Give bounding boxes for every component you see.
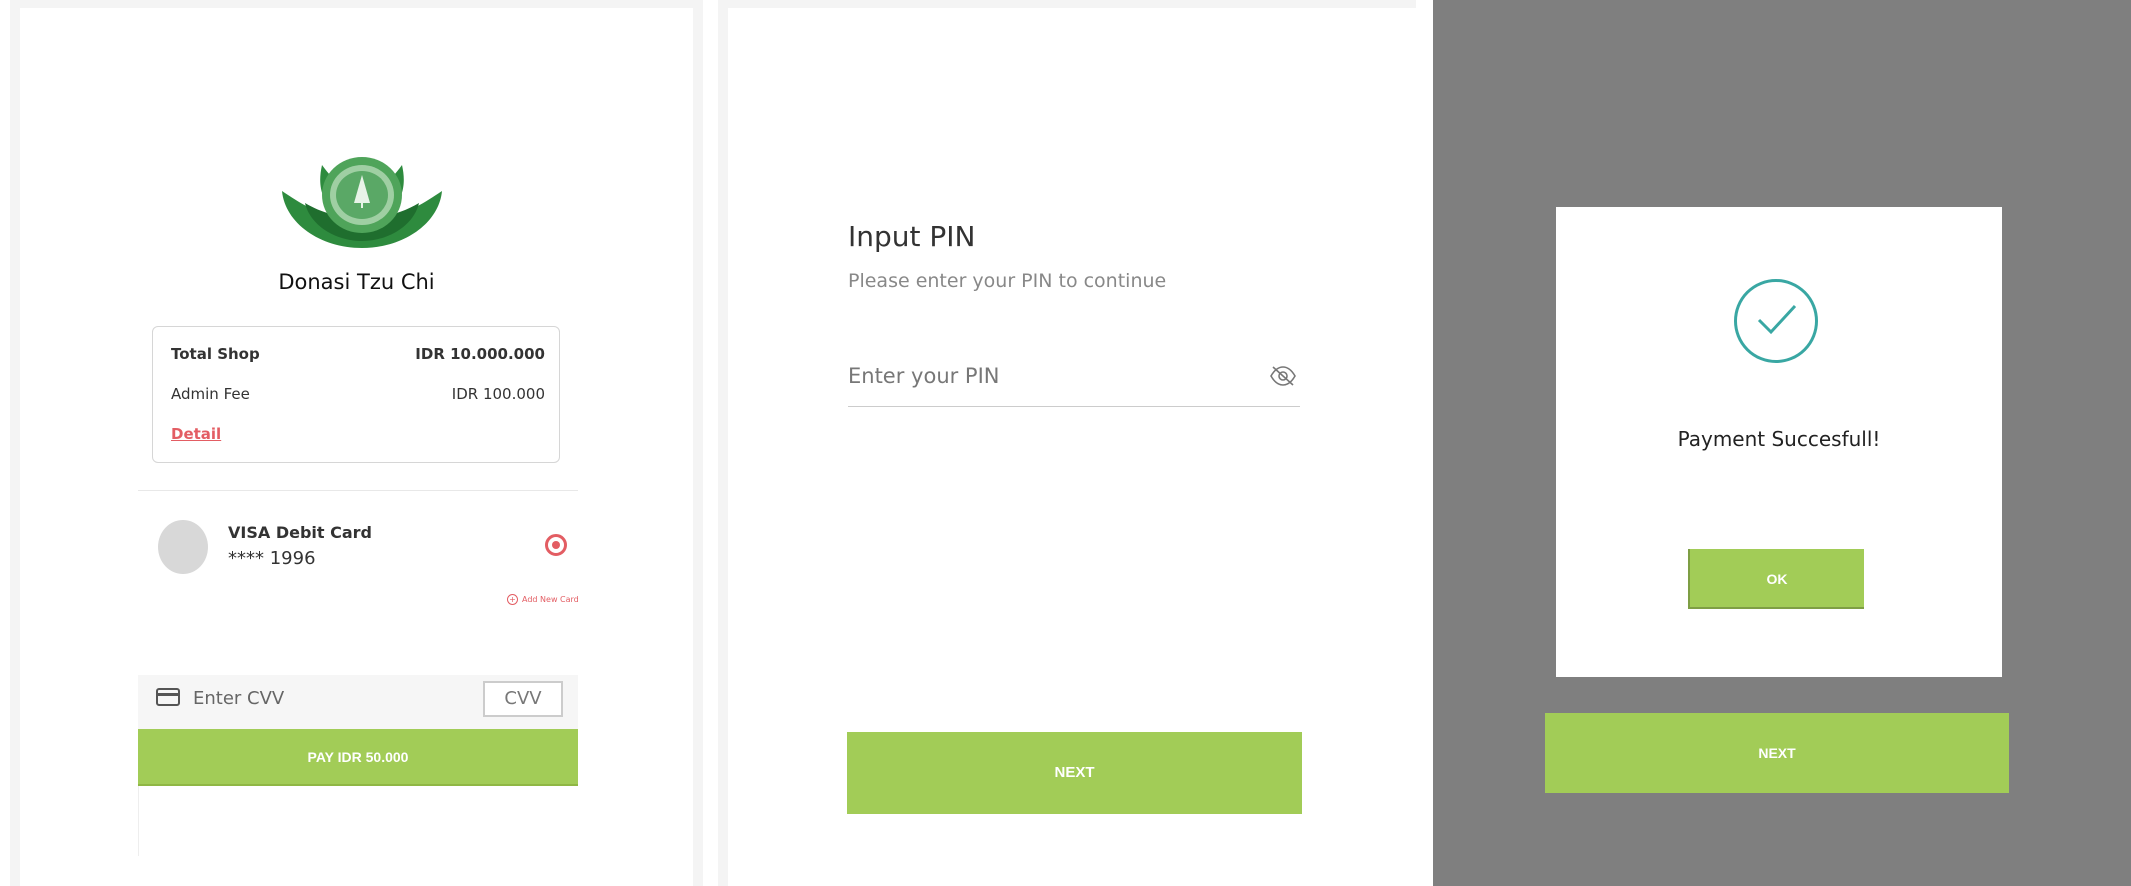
payment-card: Donasi Tzu Chi Total Shop IDR 10.000.000… [20, 8, 693, 886]
pin-input[interactable]: Enter your PIN [848, 358, 1300, 407]
cvv-row: Enter CVV CVV [138, 675, 578, 729]
brand-name: Donasi Tzu Chi [278, 270, 435, 294]
total-shop-label: Total Shop [171, 345, 260, 363]
success-modal: Payment Succesfull! OK [1556, 207, 2002, 677]
pin-screen: Input PIN Please enter your PIN to conti… [718, 0, 1416, 886]
total-shop-value: IDR 10.000.000 [415, 345, 545, 363]
next-button[interactable]: NEXT [1545, 713, 2009, 793]
pin-placeholder: Enter your PIN [848, 364, 1000, 388]
payment-method-row[interactable]: VISA Debit Card **** 1996 [138, 498, 578, 598]
card-select-radio[interactable] [545, 534, 567, 556]
pin-card: Input PIN Please enter your PIN to conti… [728, 8, 1416, 886]
admin-fee-label: Admin Fee [171, 385, 250, 403]
plus-circle-icon: + [507, 594, 518, 605]
page-subtitle: Please enter your PIN to continue [848, 270, 1167, 292]
cvv-label: Enter CVV [193, 688, 285, 709]
card-number: **** 1996 [228, 548, 316, 569]
payment-summary: Total Shop IDR 10.000.000 Admin Fee IDR … [152, 326, 560, 463]
success-message: Payment Succesfull! [1677, 427, 1881, 451]
payment-screen: Donasi Tzu Chi Total Shop IDR 10.000.000… [10, 0, 703, 886]
total-shop-row: Total Shop IDR 10.000.000 [171, 345, 545, 363]
tzu-chi-lotus-logo [282, 157, 442, 248]
card-name: VISA Debit Card [228, 523, 372, 542]
cvv-input[interactable]: CVV [483, 681, 563, 717]
page-title: Input PIN [848, 220, 976, 253]
credit-card-icon [156, 688, 180, 706]
divider [138, 490, 578, 491]
add-new-card-label: Add New Card [522, 595, 579, 604]
success-screen: Payment Succesfull! OK NEXT [1433, 0, 2131, 886]
next-button[interactable]: NEXT [847, 732, 1302, 814]
admin-fee-row: Admin Fee IDR 100.000 [171, 385, 545, 403]
eye-off-icon[interactable] [1270, 366, 1296, 386]
add-new-card-link[interactable]: + Add New Card [507, 594, 579, 605]
check-circle-icon [1734, 279, 1818, 363]
admin-fee-value: IDR 100.000 [451, 385, 545, 403]
divider [138, 786, 139, 856]
ok-button[interactable]: OK [1688, 549, 1864, 609]
pay-button[interactable]: PAY IDR 50.000 [138, 729, 578, 786]
card-avatar [158, 520, 208, 574]
detail-link[interactable]: Detail [171, 425, 221, 443]
